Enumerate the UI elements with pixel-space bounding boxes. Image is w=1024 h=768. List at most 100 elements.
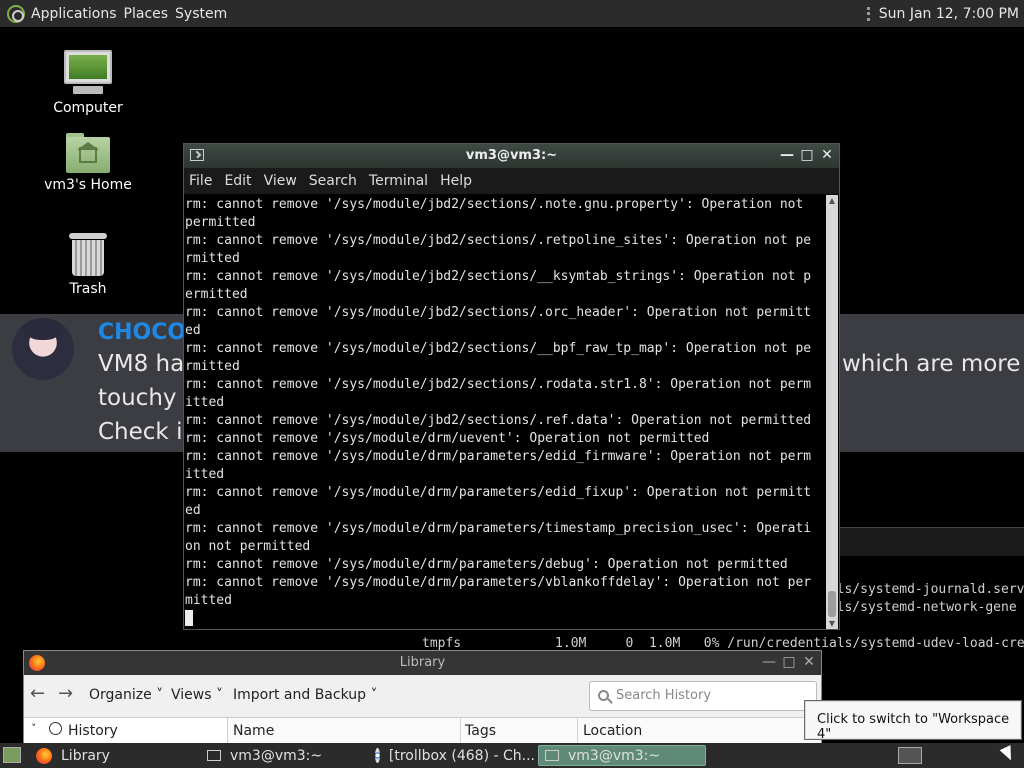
menu-terminal[interactable]: Terminal	[369, 173, 428, 189]
terminal-line: rm: cannot remove '/sys/module/jbd2/sect…	[185, 197, 804, 212]
show-desktop-icon[interactable]	[3, 747, 21, 763]
terminal-line: ed	[185, 323, 201, 338]
back-icon[interactable]: ←	[30, 683, 45, 704]
text-cursor	[185, 610, 193, 626]
views-button[interactable]: Views ˅	[171, 687, 223, 703]
scroll-up-icon[interactable]: ▲	[826, 196, 838, 205]
library-columns: ˅ History Name Tags Location	[24, 717, 821, 744]
library-window[interactable]: Library — □ ✕ ← → Organize ˅ Views ˅ Imp…	[23, 650, 822, 744]
terminal-line: on not permitted	[185, 539, 311, 554]
top-panel: Applications Places System Sun Jan 12, 7…	[0, 0, 1024, 27]
forward-icon[interactable]: →	[58, 683, 73, 704]
firefox-icon	[36, 747, 52, 764]
search-history-input[interactable]: Search History	[589, 681, 817, 711]
terminal-line: ials/systemd-network-gene	[821, 600, 1017, 615]
chat-line: which are more	[842, 351, 1021, 377]
terminal-output[interactable]: rm: cannot remove '/sys/module/jbd2/sect…	[185, 196, 825, 626]
organize-button[interactable]: Organize ˅	[89, 687, 163, 703]
column-header-name[interactable]: Name	[233, 723, 274, 739]
desktop-icon-home[interactable]: vm3's Home	[38, 133, 138, 193]
terminal-line: rm: cannot remove '/sys/module/jbd2/sect…	[185, 413, 812, 428]
sidebar-item-history[interactable]: ˅ History	[24, 718, 228, 744]
distro-logo-icon[interactable]	[7, 4, 25, 23]
desktop-icon-computer[interactable]: Computer	[38, 50, 138, 116]
terminal-line: ermitted	[185, 287, 248, 302]
search-placeholder: Search History	[616, 688, 712, 703]
taskbar-label: vm3@vm3:~	[230, 747, 323, 764]
terminal-line: rmitted	[185, 251, 240, 266]
minimize-icon[interactable]: —	[761, 654, 777, 670]
workspace-switcher[interactable]	[898, 747, 922, 764]
clock-text: Sun Jan 12, 7:00 PM	[878, 5, 1019, 22]
terminal-line: rm: cannot remove '/sys/module/drm/param…	[185, 575, 812, 590]
taskbar-item-chrome[interactable]: [trollbox (468) - Ch...	[369, 745, 535, 766]
window-title: vm3@vm3:~	[465, 148, 558, 163]
desktop-icon-label: vm3's Home	[44, 177, 132, 193]
avatar	[12, 318, 74, 380]
close-icon[interactable]: ✕	[819, 147, 835, 163]
terminal-icon	[207, 750, 221, 761]
terminal-line: itted	[185, 395, 225, 410]
terminal-prompt[interactable]	[185, 610, 825, 626]
terminal-line: ials/systemd-journald.serv	[821, 582, 1024, 597]
desktop-icon-label: Trash	[69, 281, 107, 297]
maximize-icon[interactable]: □	[799, 147, 815, 163]
terminal-titlebar[interactable]: vm3@vm3:~ — □ ✕	[184, 144, 839, 168]
sidebar-item-label: History	[68, 723, 118, 739]
taskbar-item-library[interactable]: Library	[30, 745, 196, 766]
chevron-down-icon[interactable]: ˅	[31, 722, 37, 735]
clock-icon	[49, 722, 62, 735]
menu-system[interactable]: System	[175, 6, 234, 22]
desktop-icon-trash[interactable]: Trash	[38, 233, 138, 297]
menu-search[interactable]: Search	[309, 173, 357, 189]
desktop-icon-label: Computer	[53, 100, 123, 116]
menu-places[interactable]: Places	[124, 6, 176, 22]
terminal-scrollbar[interactable]: ▲ ▼	[826, 195, 838, 629]
chat-username: CHOCO	[98, 320, 187, 345]
terminal-window[interactable]: vm3@vm3:~ — □ ✕ File Edit View Search Te…	[183, 143, 840, 630]
terminal-icon	[545, 750, 559, 761]
library-titlebar[interactable]: Library — □ ✕	[24, 651, 821, 675]
clock[interactable]: Sun Jan 12, 7:00 PM	[866, 5, 1024, 22]
menu-edit[interactable]: Edit	[224, 173, 251, 189]
taskbar-item-terminal-active[interactable]: vm3@vm3:~	[538, 745, 706, 766]
scrollbar-thumb[interactable]	[828, 591, 836, 617]
chat-line: VM8 ha	[98, 351, 185, 377]
column-header-location[interactable]: Location	[583, 723, 642, 739]
mouse-cursor-icon	[999, 745, 1017, 763]
desktop: Applications Places System Sun Jan 12, 7…	[0, 0, 1024, 768]
library-toolbar: ← → Organize ˅ Views ˅ Import and Backup…	[24, 675, 821, 717]
terminal-line: mitted	[185, 593, 232, 608]
trash-icon	[69, 233, 107, 277]
home-folder-icon	[66, 133, 110, 173]
close-icon[interactable]: ✕	[801, 654, 817, 670]
terminal-line: rm: cannot remove '/sys/module/jbd2/sect…	[185, 305, 812, 320]
terminal-line: rm: cannot remove '/sys/module/drm/param…	[185, 485, 812, 500]
minimize-icon[interactable]: —	[779, 147, 795, 163]
terminal-menubar: File Edit View Search Terminal Help	[184, 168, 839, 194]
panel-grip-icon	[866, 6, 870, 21]
taskbar-label: [trollbox (468) - Ch...	[388, 747, 535, 764]
chrome-icon	[375, 748, 380, 763]
terminal-line: permitted	[185, 215, 256, 230]
taskbar-label: Library	[61, 747, 110, 764]
workspace-tooltip: Click to switch to "Workspace 4"	[804, 700, 1022, 742]
terminal-line: rm: cannot remove '/sys/module/jbd2/sect…	[185, 341, 812, 356]
taskbar-label: vm3@vm3:~	[568, 747, 661, 764]
chat-line: Check it	[98, 419, 192, 445]
terminal-line: rm: cannot remove '/sys/module/jbd2/sect…	[185, 269, 812, 284]
terminal-line: ed	[185, 503, 201, 518]
window-title: Library	[399, 655, 446, 670]
menu-file[interactable]: File	[189, 173, 212, 189]
taskbar-item-terminal[interactable]: vm3@vm3:~	[201, 745, 366, 766]
terminal-line: rm: cannot remove '/sys/module/drm/param…	[185, 521, 812, 536]
maximize-icon[interactable]: □	[781, 654, 797, 670]
scroll-down-icon[interactable]: ▼	[826, 619, 838, 628]
menu-applications[interactable]: Applications	[31, 6, 124, 22]
menu-help[interactable]: Help	[440, 173, 472, 189]
terminal-line: rm: cannot remove '/sys/module/drm/param…	[185, 449, 812, 464]
import-backup-button[interactable]: Import and Backup ˅	[233, 687, 377, 703]
menu-view[interactable]: View	[264, 173, 297, 189]
column-header-tags[interactable]: Tags	[465, 723, 496, 739]
terminal-line: tmpfs 1.0M 0 1.0M 0% /run/credentials/sy…	[422, 636, 1024, 651]
